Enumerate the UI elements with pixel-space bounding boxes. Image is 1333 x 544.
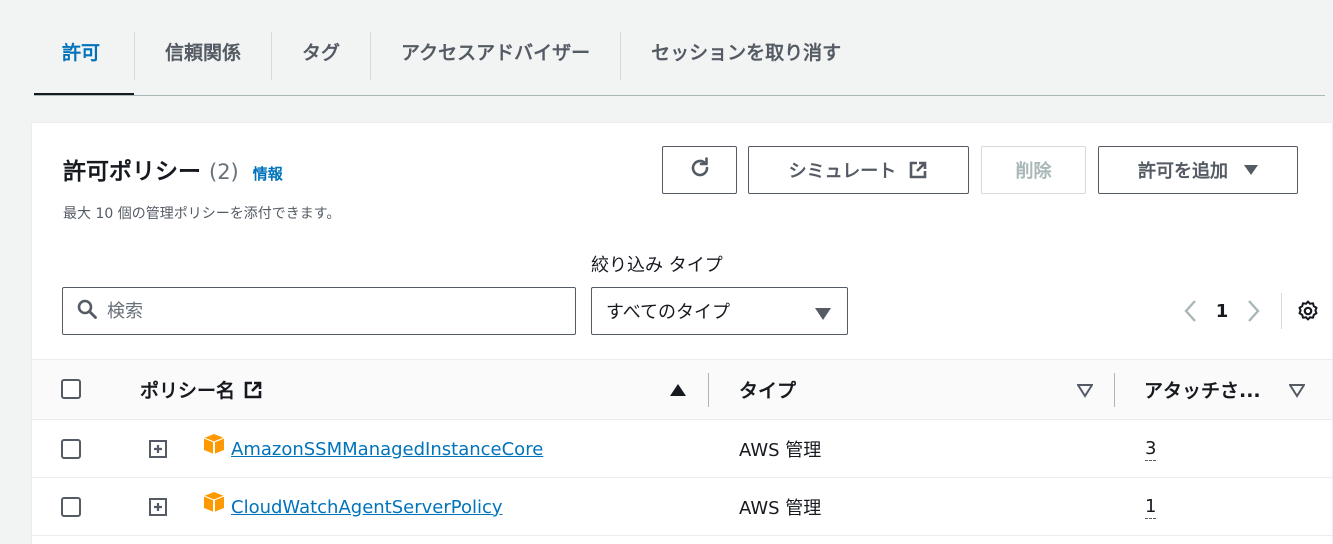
add-permissions-button[interactable]: 許可を追加	[1098, 146, 1298, 194]
filter-type-label: 絞り込み タイプ	[591, 255, 723, 276]
aws-managed-policy-icon	[202, 491, 226, 517]
info-link[interactable]: 情報	[253, 163, 283, 184]
sort-desc-icon[interactable]	[1076, 383, 1094, 402]
policy-type-cell: AWS 管理	[739, 440, 822, 461]
tab-access-advisor[interactable]: アクセスアドバイザー	[371, 28, 620, 96]
tab-permissions[interactable]: 許可	[34, 28, 134, 96]
caret-down-icon	[1244, 164, 1258, 176]
select-all-checkbox[interactable]	[61, 379, 81, 399]
panel-title-text: 許可ポリシー	[63, 159, 201, 185]
policy-count: (2)	[209, 160, 239, 184]
column-divider	[1114, 373, 1115, 407]
tab-label: 信頼関係	[165, 42, 242, 64]
sort-asc-icon[interactable]	[670, 382, 686, 401]
external-link-icon	[908, 160, 928, 180]
chevron-left-icon[interactable]	[1173, 299, 1207, 323]
tab-label: アクセスアドバイザー	[401, 42, 591, 64]
tab-label: タグ	[302, 42, 341, 64]
aws-managed-policy-icon	[202, 433, 226, 459]
column-header-policy-name[interactable]: ポリシー名	[140, 360, 263, 419]
tab-revoke-sessions[interactable]: セッションを取り消す	[621, 28, 871, 96]
type-filter-value: すべてのタイプ	[606, 302, 731, 323]
row-checkbox[interactable]	[61, 439, 81, 459]
search-icon	[77, 299, 97, 323]
row-checkbox[interactable]	[61, 497, 81, 517]
permissions-policies-panel: 許可ポリシー (2) 情報 最大 10 個の管理ポリシーを添付できます。 シミュ…	[31, 122, 1333, 544]
tabs-divider	[34, 95, 1325, 96]
settings-icon[interactable]	[1296, 299, 1320, 323]
column-label: ポリシー名	[140, 380, 236, 402]
external-link-icon	[243, 380, 263, 400]
attached-entities-cell: 1	[1145, 478, 1157, 536]
attached-count[interactable]: 1	[1145, 496, 1157, 519]
refresh-button[interactable]	[662, 146, 737, 194]
tab-list: 許可 信頼関係 タグ アクセスアドバイザー セッションを取り消す	[34, 28, 871, 96]
expand-icon[interactable]	[149, 440, 167, 462]
tab-tags[interactable]: タグ	[272, 28, 370, 96]
attached-entities-cell: 3	[1145, 420, 1157, 478]
type-filter-select[interactable]: すべてのタイプ	[591, 287, 848, 335]
column-divider	[708, 373, 709, 407]
policy-name-link[interactable]: AmazonSSMManagedInstanceCore	[231, 439, 543, 460]
expand-icon[interactable]	[149, 498, 167, 520]
table-row: AmazonSSMManagedInstanceCore AWS 管理 3	[32, 420, 1332, 478]
simulate-button[interactable]: シミュレート	[748, 146, 969, 194]
sort-desc-icon[interactable]	[1288, 383, 1306, 402]
tab-label: セッションを取り消す	[651, 42, 842, 64]
search-input[interactable]	[107, 300, 547, 322]
policy-name-link[interactable]: CloudWatchAgentServerPolicy	[231, 497, 503, 518]
tab-trust-relationships[interactable]: 信頼関係	[135, 28, 271, 96]
pagination: 1	[1173, 293, 1320, 329]
column-label: アタッチさ...	[1144, 380, 1261, 402]
caret-down-icon	[815, 305, 831, 326]
policy-type-cell: AWS 管理	[739, 498, 822, 519]
column-label: タイプ	[739, 380, 797, 402]
simulate-button-label: シミュレート	[788, 161, 897, 182]
delete-button[interactable]: 削除	[981, 146, 1086, 194]
search-field[interactable]	[62, 287, 576, 335]
add-permissions-label: 許可を追加	[1138, 161, 1228, 182]
panel-description: 最大 10 個の管理ポリシーを添付できます。	[63, 206, 341, 222]
chevron-right-icon[interactable]	[1237, 299, 1271, 323]
policy-name-cell: AmazonSSMManagedInstanceCore	[231, 420, 543, 478]
attached-count[interactable]: 3	[1145, 438, 1157, 461]
column-header-type[interactable]: タイプ	[739, 360, 796, 419]
refresh-icon	[688, 156, 712, 185]
page-number[interactable]: 1	[1207, 301, 1237, 322]
table-row: CloudWatchAgentServerPolicy AWS 管理 1	[32, 478, 1332, 536]
tab-label: 許可	[62, 42, 101, 64]
tabs-bar: 許可 信頼関係 タグ アクセスアドバイザー セッションを取り消す	[0, 0, 1333, 97]
policy-name-cell: CloudWatchAgentServerPolicy	[231, 478, 503, 536]
column-header-attached[interactable]: アタッチさ...	[1144, 360, 1261, 419]
table-header: ポリシー名 タイプ アタッチさ...	[32, 359, 1332, 420]
panel-title: 許可ポリシー (2) 情報	[63, 152, 283, 186]
delete-button-label: 削除	[1015, 161, 1052, 182]
pager-divider	[1281, 293, 1282, 329]
